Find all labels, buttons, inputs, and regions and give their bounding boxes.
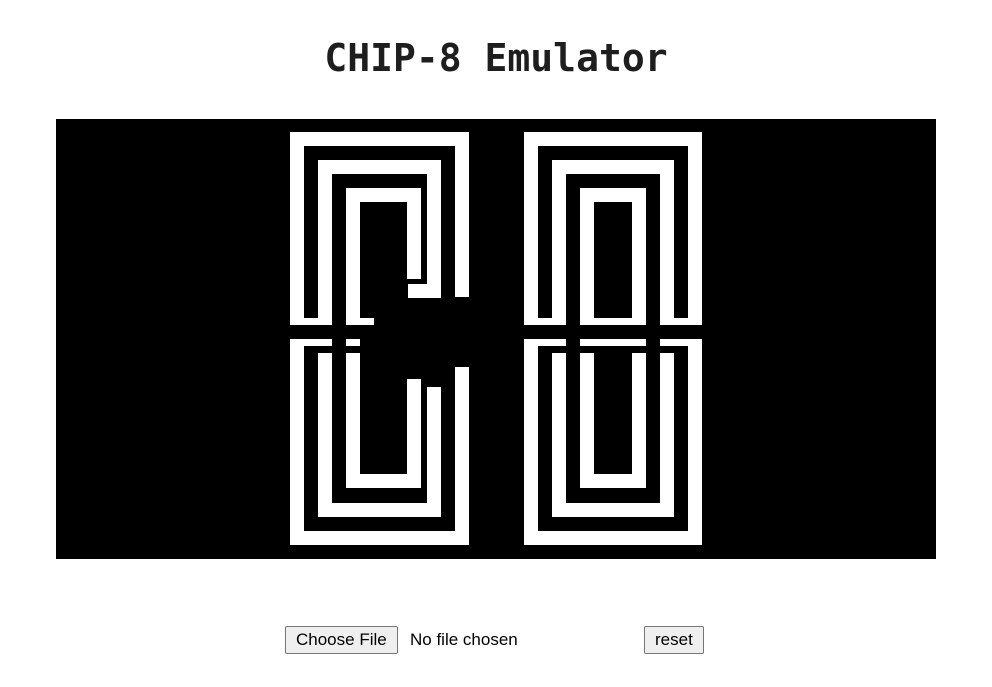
file-status-text: No file chosen (410, 630, 518, 649)
chip8-logo-graphic (56, 119, 936, 559)
file-controls: Choose File No file chosen reset (285, 626, 715, 656)
page-title: CHIP-8 Emulator (324, 36, 668, 80)
reset-button[interactable]: reset (644, 626, 704, 654)
emulator-display (56, 119, 936, 559)
choose-file-button[interactable]: Choose File (285, 626, 398, 654)
